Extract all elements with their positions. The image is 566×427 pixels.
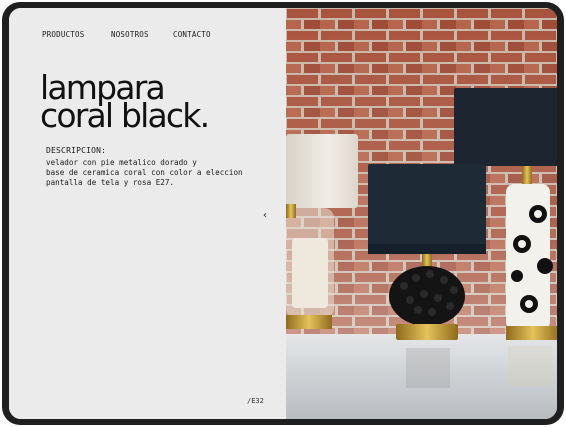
product-title-line-2: coral black.: [40, 96, 210, 136]
description-line: base de ceramica coral con color a elecc…: [46, 168, 243, 177]
description-line: pantalla de tela y rosa E27.: [46, 178, 175, 187]
content-panel: PRODUCTOS NOSOTROS CONTACTO lampara cora…: [9, 8, 286, 419]
description-text: velador con pie metalico dorado y base d…: [46, 158, 243, 188]
nav-link-nosotros[interactable]: NOSOTROS: [111, 30, 149, 39]
nav-link-productos[interactable]: PRODUCTOS: [42, 30, 84, 39]
screen: PRODUCTOS NOSOTROS CONTACTO lampara cora…: [9, 8, 557, 419]
product-code: /E32: [247, 397, 264, 405]
device-frame: PRODUCTOS NOSOTROS CONTACTO lampara cora…: [2, 2, 564, 425]
product-title: lampara coral black.: [40, 71, 280, 136]
nav-link-contacto[interactable]: CONTACTO: [173, 30, 211, 39]
description-label: DESCRIPCION:: [46, 146, 107, 155]
product-photo: [286, 8, 557, 419]
description-line: velador con pie metalico dorado y: [46, 158, 197, 167]
chevron-left-icon[interactable]: ‹: [259, 210, 271, 222]
